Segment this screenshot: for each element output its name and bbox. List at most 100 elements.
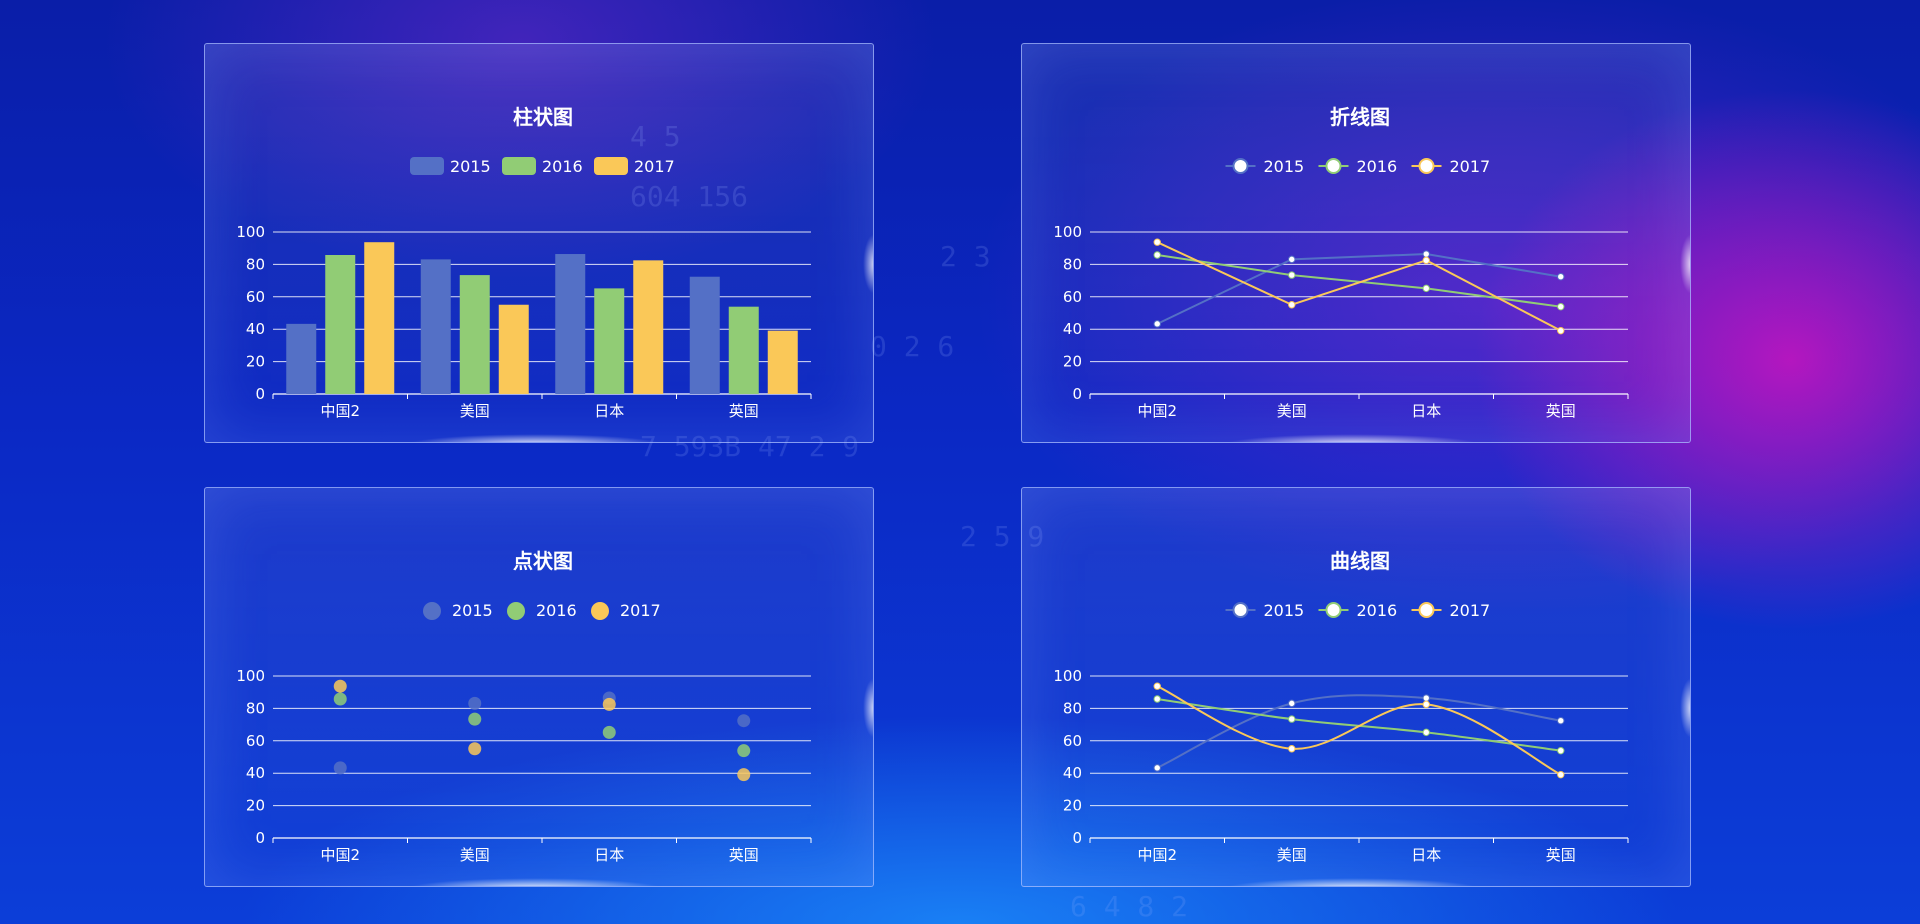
bar-2015[interactable]	[555, 254, 586, 394]
bar-2016[interactable]	[594, 288, 625, 394]
plot-area: 0 20 40 60 80 100 中国2 美国 日本 英国	[236, 667, 812, 864]
chart-legend[interactable]: 2015 2016 2017	[1225, 157, 1491, 176]
x-tick-label: 美国	[1277, 846, 1307, 864]
point-2017[interactable]	[1422, 700, 1430, 709]
point-2017[interactable]	[1422, 256, 1430, 265]
y-tick-label: 80	[246, 255, 265, 273]
legend-label-2016[interactable]: 2016	[542, 157, 583, 176]
point-2015[interactable]	[1422, 250, 1430, 258]
series-line-2017[interactable]	[1156, 241, 1562, 332]
y-tick-label: 80	[246, 699, 265, 717]
chart-legend[interactable]: 2015 2016 2017	[1225, 601, 1491, 620]
point-2017[interactable]	[1153, 682, 1161, 690]
legend-marker-2016[interactable]	[1325, 602, 1342, 618]
y-tick-label: 80	[1063, 255, 1082, 273]
legend-swatch-2016[interactable]	[502, 157, 536, 175]
plot-area: 0 20 40 60 80 100 中国2 美国 日本 英国	[1053, 667, 1629, 864]
legend-marker-2017[interactable]	[1418, 158, 1435, 174]
point-2017[interactable]	[1153, 238, 1161, 246]
point-2015[interactable]	[1288, 699, 1296, 708]
legend-label-2016[interactable]: 2016	[1357, 157, 1398, 176]
legend-label-2017[interactable]: 2017	[634, 157, 675, 176]
series-line-2017[interactable]	[1156, 685, 1562, 776]
series-line-2015[interactable]	[1156, 694, 1561, 769]
legend-marker-2017[interactable]	[591, 602, 609, 620]
point-2016[interactable]	[1153, 251, 1161, 259]
x-tick-label: 日本	[594, 846, 624, 864]
point-2015[interactable]	[737, 714, 751, 728]
legend-label-2017[interactable]: 2017	[1450, 157, 1491, 176]
y-tick-label: 60	[1063, 732, 1082, 750]
point-2016[interactable]	[1557, 746, 1565, 755]
background-digits: 2 3	[940, 240, 991, 273]
series-line-2016[interactable]	[1157, 698, 1561, 752]
point-2015[interactable]	[1153, 764, 1161, 772]
legend-marker-2015[interactable]	[423, 602, 441, 620]
point-2017[interactable]	[1288, 301, 1296, 309]
point-2016[interactable]	[1288, 715, 1296, 723]
point-2015[interactable]	[333, 761, 347, 775]
point-2016[interactable]	[468, 712, 482, 726]
legend-label-2015[interactable]: 2015	[450, 157, 491, 176]
legend-marker-2016[interactable]	[1325, 158, 1342, 174]
legend-marker-2017[interactable]	[1418, 602, 1435, 618]
y-tick-label: 80	[1063, 699, 1082, 717]
bar-chart-panel: 柱状图 2015 2016 2017 0 20 40 60 80 100 中国2 美国 日本 英国	[204, 43, 874, 443]
point-2017[interactable]	[602, 697, 616, 711]
point-2017[interactable]	[333, 679, 347, 693]
x-tick-label: 中国2	[320, 402, 360, 420]
point-2017[interactable]	[737, 768, 751, 782]
legend-label-2015[interactable]: 2015	[1264, 601, 1305, 620]
bar-2016[interactable]	[728, 306, 759, 394]
plot-area: 0 20 40 60 80 100 中国2 美国 日本 英国	[236, 223, 812, 420]
point-2017[interactable]	[468, 742, 482, 756]
bar-2017[interactable]	[498, 304, 529, 394]
point-2017[interactable]	[1557, 770, 1565, 779]
point-2016[interactable]	[333, 692, 347, 706]
point-2017[interactable]	[1557, 326, 1565, 335]
point-2015[interactable]	[1153, 320, 1161, 328]
bar-2016[interactable]	[325, 255, 356, 394]
curve-chart: 曲线图 2015 2016 2017 0 20 40 60 80 100 中国2 美国 日本 英国	[1053, 549, 1629, 864]
bar-2015[interactable]	[286, 323, 317, 394]
bar-2017[interactable]	[767, 330, 798, 394]
bar-2017[interactable]	[633, 260, 664, 394]
point-2016[interactable]	[602, 725, 616, 739]
x-tick-label: 英国	[729, 402, 759, 420]
legend-label-2016[interactable]: 2016	[1357, 601, 1398, 620]
point-2017[interactable]	[1288, 745, 1296, 753]
scatter-chart: 点状图 2015 2016 2017 0 20 40 60 80 100 中国2 美国 日本 英国	[236, 549, 812, 864]
bar-2017[interactable]	[364, 242, 395, 394]
bar-2016[interactable]	[459, 275, 490, 394]
chart-legend[interactable]: 2015 2016 2017	[410, 157, 675, 176]
y-tick-label: 20	[246, 797, 265, 815]
legend-marker-2015[interactable]	[1232, 158, 1249, 174]
legend-label-2015[interactable]: 2015	[1264, 157, 1305, 176]
x-tick-label: 美国	[1277, 402, 1307, 420]
bar-2015[interactable]	[420, 259, 451, 394]
legend-swatch-2017[interactable]	[594, 157, 628, 175]
point-2016[interactable]	[1557, 302, 1565, 311]
point-2016[interactable]	[737, 744, 751, 758]
point-2015[interactable]	[1288, 255, 1296, 264]
legend-label-2016[interactable]: 2016	[536, 601, 577, 620]
point-2015[interactable]	[1422, 694, 1430, 702]
point-2015[interactable]	[1557, 273, 1565, 281]
point-2015[interactable]	[468, 696, 482, 710]
bar-2015[interactable]	[689, 276, 720, 394]
legend-swatch-2015[interactable]	[410, 157, 444, 175]
x-tick-label: 中国2	[1137, 402, 1177, 420]
line-chart: 折线图 2015 2016 2017 0 20 40 60 80 100 中国2 美国 日本 英国	[1053, 105, 1629, 420]
legend-label-2015[interactable]: 2015	[452, 601, 493, 620]
point-2015[interactable]	[1557, 717, 1565, 725]
y-tick-label: 100	[236, 667, 265, 685]
legend-marker-2015[interactable]	[1232, 602, 1249, 618]
legend-label-2017[interactable]: 2017	[620, 601, 661, 620]
point-2016[interactable]	[1153, 695, 1161, 703]
legend-label-2017[interactable]: 2017	[1450, 601, 1491, 620]
point-2016[interactable]	[1288, 271, 1296, 279]
point-2016[interactable]	[1422, 284, 1430, 293]
point-2016[interactable]	[1422, 728, 1430, 737]
legend-marker-2016[interactable]	[507, 602, 525, 620]
chart-legend[interactable]: 2015 2016 2017	[423, 601, 661, 620]
